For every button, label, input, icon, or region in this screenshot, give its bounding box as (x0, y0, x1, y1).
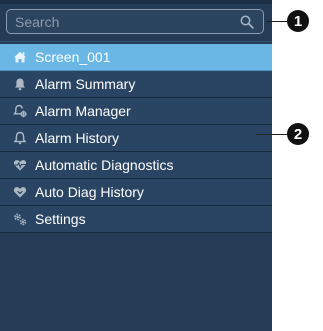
callout-badge-1: 1 (287, 10, 309, 32)
menu-list: Screen_001 Alarm Summary Alarm Manager A… (0, 44, 272, 233)
top-edge (0, 0, 272, 4)
search-input[interactable] (15, 10, 235, 33)
menu-item-alarm-manager[interactable]: Alarm Manager (0, 98, 272, 125)
menu-item-alarm-history[interactable]: Alarm History (0, 125, 272, 152)
menu-item-screen-001[interactable]: Screen_001 (0, 44, 272, 71)
menu-item-label: Alarm Summary (35, 76, 136, 92)
menu-item-label: Alarm History (35, 130, 120, 146)
bell-history-icon (13, 131, 27, 145)
menu-item-alarm-summary[interactable]: Alarm Summary (0, 71, 272, 98)
search-box[interactable] (6, 9, 264, 34)
divider (0, 41, 272, 42)
heart-history-icon (13, 185, 27, 199)
bell-icon (13, 77, 27, 91)
gears-icon (13, 212, 27, 226)
search-icon[interactable] (240, 15, 254, 29)
menu-item-label: Settings (35, 211, 86, 227)
menu-item-label: Screen_001 (35, 49, 111, 65)
menu-item-settings[interactable]: Settings (0, 206, 272, 233)
callout-badge-2: 2 (287, 123, 309, 145)
bell-settings-icon (13, 104, 27, 118)
menu-item-automatic-diagnostics[interactable]: Automatic Diagnostics (0, 152, 272, 179)
menu-item-label: Alarm Manager (35, 103, 131, 119)
menu-item-label: Automatic Diagnostics (35, 157, 174, 173)
home-icon (13, 50, 27, 64)
heart-pulse-icon (13, 158, 27, 172)
callout-leader-line (266, 21, 288, 22)
menu-item-auto-diag-history[interactable]: Auto Diag History (0, 179, 272, 206)
menu-item-label: Auto Diag History (35, 184, 144, 200)
navigation-sidebar: Screen_001 Alarm Summary (0, 0, 272, 331)
callout-leader-line (256, 134, 288, 135)
